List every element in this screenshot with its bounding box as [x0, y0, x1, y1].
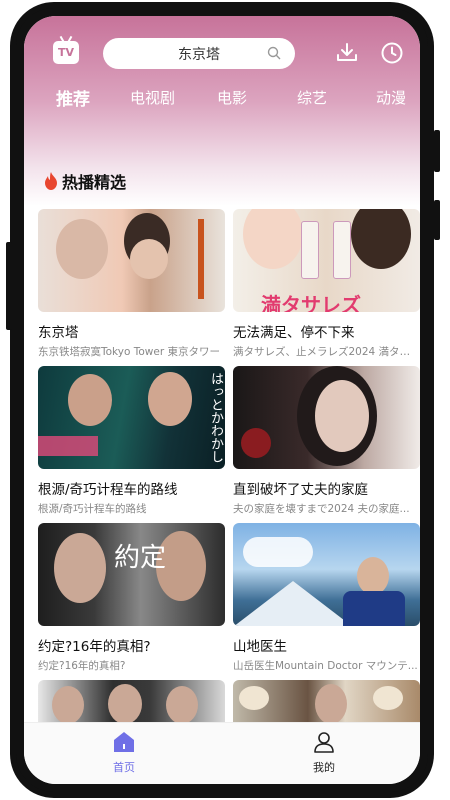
poster-image[interactable]: [233, 366, 420, 469]
poster-image[interactable]: [233, 523, 420, 626]
card-subtitle: 约定?16年的真相?: [38, 660, 126, 672]
card-title: 山地医生: [233, 639, 287, 655]
card-title: 根源/奇巧计程车的路线: [38, 482, 178, 498]
poster-title-text: 約定: [114, 543, 167, 573]
history-clock-icon[interactable]: [380, 41, 404, 65]
poster-image[interactable]: はっとかわかし: [38, 366, 225, 469]
tab-tv-series[interactable]: 电视剧: [130, 87, 175, 108]
phone-side-button: [434, 130, 440, 172]
card-subtitle: 根源/奇巧计程车的路线: [38, 503, 147, 515]
category-tabs: 推荐 电视剧 电影 综艺 动漫: [24, 86, 420, 116]
app-screen: TV 东京塔 推荐 电视剧 电影 综艺 动漫 热播精选 东京塔 东京铁塔寂寞To…: [24, 16, 420, 784]
poster-image[interactable]: 満タサレズ: [233, 209, 420, 312]
card-subtitle: 山岳医生Mountain Doctor マウンテ...: [233, 660, 418, 672]
tab-recommend[interactable]: 推荐: [56, 85, 90, 110]
user-icon[interactable]: [313, 731, 335, 753]
nav-home-label: 首页: [113, 761, 135, 774]
video-grid: 东京塔 东京铁塔寂寞Tokyo Tower 東京タワー 満タサレズ 无法满足、停…: [24, 209, 420, 722]
phone-frame: TV 东京塔 推荐 电视剧 电影 综艺 动漫 热播精选 东京塔 东京铁塔寂寞To…: [10, 2, 434, 798]
card-subtitle: 东京铁塔寂寞Tokyo Tower 東京タワー: [38, 346, 220, 358]
tab-anime[interactable]: 动漫: [376, 87, 406, 108]
video-card[interactable]: [233, 680, 420, 722]
video-card[interactable]: 満タサレズ 无法满足、停不下来 满タサレズ、止メラレズ2024 満タサ...: [233, 209, 420, 359]
tab-movies[interactable]: 电影: [217, 87, 247, 108]
video-card[interactable]: 山地医生 山岳医生Mountain Doctor マウンテ...: [233, 523, 420, 673]
card-subtitle: 满タサレズ、止メラレズ2024 満タサ...: [233, 346, 420, 358]
nav-profile[interactable]: 我的: [294, 731, 354, 775]
poster-image[interactable]: [38, 680, 225, 722]
card-subtitle: 夫の家庭を壊すまで2024 夫の家庭...: [233, 503, 410, 515]
bottom-navigation: 首页 我的: [24, 722, 420, 784]
search-icon[interactable]: [267, 46, 281, 60]
card-title: 直到破坏了丈夫的家庭: [233, 482, 368, 498]
home-icon[interactable]: [113, 731, 135, 753]
nav-profile-label: 我的: [313, 761, 335, 774]
tv-logo-icon[interactable]: TV: [53, 41, 79, 64]
card-title: 约定?16年的真相?: [38, 639, 151, 655]
phone-side-button: [434, 200, 440, 240]
video-card[interactable]: 东京塔 东京铁塔寂寞Tokyo Tower 東京タワー: [38, 209, 225, 359]
poster-image[interactable]: 約定: [38, 523, 225, 626]
download-icon[interactable]: [335, 41, 359, 65]
poster-image[interactable]: [233, 680, 420, 722]
poster-image[interactable]: [38, 209, 225, 312]
poster-title-text: 満タサレズ: [261, 293, 361, 312]
video-card[interactable]: [38, 680, 225, 722]
card-title: 东京塔: [38, 325, 79, 341]
card-title: 无法满足、停不下来: [233, 325, 355, 341]
phone-side-button: [6, 242, 12, 330]
video-card[interactable]: 直到破坏了丈夫的家庭 夫の家庭を壊すまで2024 夫の家庭...: [233, 366, 420, 516]
section-title: 热播精选: [62, 173, 127, 192]
search-input[interactable]: 东京塔: [178, 44, 220, 64]
poster-title-text: はっとかわかし: [208, 372, 223, 463]
search-bar[interactable]: 东京塔: [103, 38, 295, 69]
flame-icon: [45, 172, 57, 190]
video-card[interactable]: 約定 约定?16年的真相? 约定?16年的真相?: [38, 523, 225, 673]
section-header: 热播精选: [44, 169, 126, 193]
tab-variety[interactable]: 综艺: [297, 87, 327, 108]
video-card[interactable]: はっとかわかし 根源/奇巧计程车的路线 根源/奇巧计程车的路线: [38, 366, 225, 516]
nav-home[interactable]: 首页: [94, 731, 154, 775]
